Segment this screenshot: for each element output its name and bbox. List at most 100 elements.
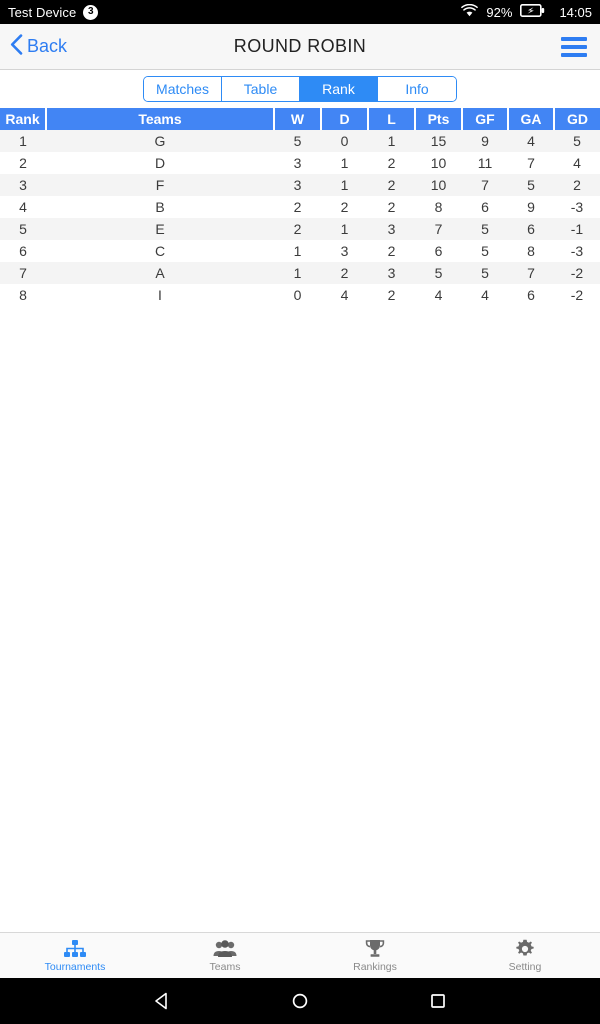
cell-d: 2: [321, 196, 368, 218]
table-row[interactable]: 8 I 0 4 2 4 4 6 -2: [0, 284, 600, 306]
column-header-gf: GF: [462, 108, 509, 130]
cell-gd: 2: [554, 174, 600, 196]
bottom-tab-teams[interactable]: Teams: [150, 939, 300, 973]
status-bar-left: Test Device 3: [8, 4, 99, 20]
cell-ga: 9: [508, 196, 554, 218]
table-row[interactable]: 1 G 5 0 1 15 9 4 5: [0, 130, 600, 152]
rank-table-body: 1 G 5 0 1 15 9 4 5 2 D 3 1 2 10 11 7 4 3 F 3 1 2 10 7 5 2 4 B 2 2 2 8 6 9-…: [0, 130, 600, 306]
android-recents-icon[interactable]: [428, 991, 448, 1011]
cell-team: E: [46, 218, 274, 240]
cell-ga: 4: [508, 130, 554, 152]
cell-w: 2: [274, 196, 321, 218]
cell-w: 3: [274, 174, 321, 196]
cell-w: 5: [274, 130, 321, 152]
segmented-tab-control: Matches Table Rank Info: [143, 76, 457, 102]
cell-gf: 5: [462, 262, 508, 284]
android-status-bar: Test Device 3 92% 14:05: [0, 0, 600, 24]
column-header-ga: GA: [508, 108, 555, 130]
back-button[interactable]: Back: [0, 33, 67, 60]
cell-team: B: [46, 196, 274, 218]
table-row[interactable]: 6 C 1 3 2 6 5 8 -3: [0, 240, 600, 262]
tab-matches[interactable]: Matches: [144, 77, 222, 101]
column-header-pts: Pts: [415, 108, 463, 130]
cell-ga: 8: [508, 240, 554, 262]
table-row[interactable]: 2 D 3 1 2 10 11 7 4: [0, 152, 600, 174]
segmented-tab-bar-container: Matches Table Rank Info: [0, 70, 600, 108]
cell-pts: 4: [415, 284, 462, 306]
tab-table[interactable]: Table: [222, 77, 300, 101]
app-navigation-bar: Back ROUND ROBIN: [0, 24, 600, 70]
cell-w: 1: [274, 262, 321, 284]
app-root: Test Device 3 92% 14:05 Back ROUND ROBIN…: [0, 0, 600, 1024]
cell-d: 4: [321, 284, 368, 306]
hamburger-bar: [561, 44, 587, 49]
column-header-rank: Rank: [0, 108, 47, 130]
cell-gf: 4: [462, 284, 508, 306]
cell-gf: 5: [462, 218, 508, 240]
cell-l: 1: [368, 130, 415, 152]
cell-gf: 9: [462, 130, 508, 152]
chevron-left-icon: [10, 33, 23, 60]
cell-gf: 11: [462, 152, 508, 174]
cell-rank: 8: [0, 284, 46, 306]
bottom-tab-label: Rankings: [353, 960, 397, 973]
android-back-icon[interactable]: [152, 991, 172, 1011]
cell-rank: 6: [0, 240, 46, 262]
table-header-row: Rank Teams W D L Pts GF GA GD: [0, 108, 600, 130]
cell-team: C: [46, 240, 274, 262]
people-group-icon: [213, 939, 237, 959]
cell-d: 1: [321, 152, 368, 174]
cell-pts: 10: [415, 152, 462, 174]
cell-ga: 6: [508, 284, 554, 306]
tab-info[interactable]: Info: [378, 77, 456, 101]
gear-icon: [515, 939, 535, 959]
trophy-icon: [365, 939, 385, 959]
cell-rank: 3: [0, 174, 46, 196]
cell-pts: 10: [415, 174, 462, 196]
cell-gd: -2: [554, 284, 600, 306]
cell-gd: 5: [554, 130, 600, 152]
cell-gf: 5: [462, 240, 508, 262]
cell-team: D: [46, 152, 274, 174]
cell-l: 3: [368, 262, 415, 284]
cell-w: 0: [274, 284, 321, 306]
device-name: Test Device: [8, 4, 77, 20]
cell-d: 1: [321, 218, 368, 240]
android-navigation-bar: [0, 978, 600, 1024]
cell-l: 2: [368, 196, 415, 218]
cell-gd: -1: [554, 218, 600, 240]
bottom-tab-tournaments[interactable]: Tournaments: [0, 939, 150, 973]
android-home-icon[interactable]: [290, 991, 310, 1011]
battery-charging-icon: [520, 4, 545, 20]
cell-rank: 7: [0, 262, 46, 284]
cell-ga: 7: [508, 152, 554, 174]
cell-l: 2: [368, 174, 415, 196]
tab-rank[interactable]: Rank: [300, 77, 378, 101]
cell-team: G: [46, 130, 274, 152]
clock-label: 14:05: [559, 4, 592, 20]
column-header-gd: GD: [554, 108, 600, 130]
cell-pts: 5: [415, 262, 462, 284]
bottom-tab-bar: Tournaments Teams Rankings Setting: [0, 932, 600, 978]
status-bar-right: 92% 14:05: [461, 3, 592, 20]
table-row[interactable]: 3 F 3 1 2 10 7 5 2: [0, 174, 600, 196]
cell-ga: 6: [508, 218, 554, 240]
hamburger-menu-icon[interactable]: [561, 36, 587, 57]
cell-team: A: [46, 262, 274, 284]
cell-w: 3: [274, 152, 321, 174]
bottom-tab-setting[interactable]: Setting: [450, 939, 600, 973]
bottom-tab-rankings[interactable]: Rankings: [300, 939, 450, 973]
cell-w: 1: [274, 240, 321, 262]
table-row[interactable]: 7 A 1 2 3 5 5 7 -2: [0, 262, 600, 284]
bottom-tab-label: Setting: [508, 960, 542, 973]
cell-l: 2: [368, 152, 415, 174]
table-row[interactable]: 4 B 2 2 2 8 6 9 -3: [0, 196, 600, 218]
cell-rank: 5: [0, 218, 46, 240]
hamburger-bar: [561, 52, 587, 57]
column-header-l: L: [368, 108, 416, 130]
cell-gd: -3: [554, 240, 600, 262]
cell-gd: -3: [554, 196, 600, 218]
cell-d: 0: [321, 130, 368, 152]
table-row[interactable]: 5 E 2 1 3 7 5 6 -1: [0, 218, 600, 240]
cell-d: 1: [321, 174, 368, 196]
